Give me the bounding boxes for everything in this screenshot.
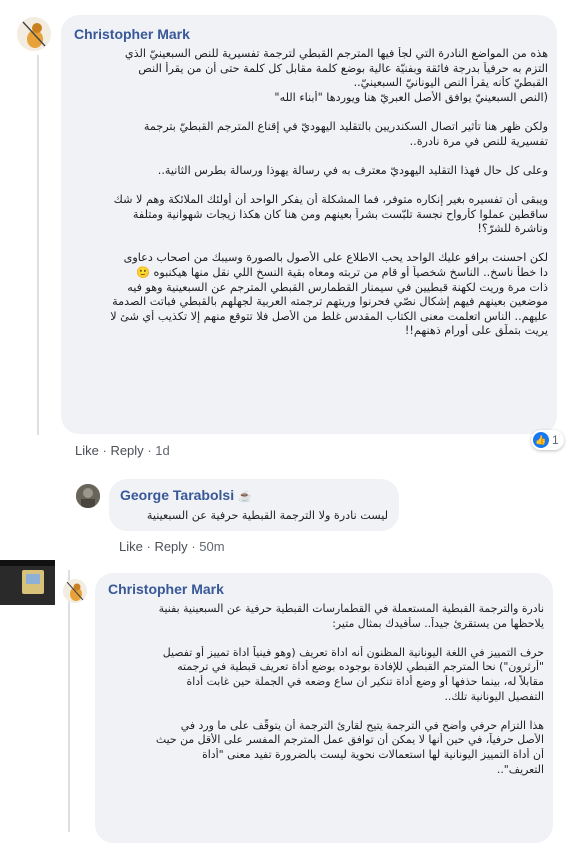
avatar[interactable] [63, 579, 87, 603]
reaction-summary[interactable]: 👍 1 [531, 430, 564, 450]
thumbnail-image [0, 560, 55, 605]
comment-line: مقابلاً له، بينما حذفها أو وضع أداة تنكي… [186, 674, 544, 688]
comment-line: موضعين بعينهم فيهم إشكال نصّي فحرنوا وري… [112, 295, 548, 309]
author-name: George Tarabolsi [120, 487, 235, 503]
edge-thumbnail [0, 560, 55, 605]
comment-line: حرف التمييز في اللغة اليونانية المظنون أ… [162, 645, 544, 659]
reply-button[interactable]: Reply [154, 539, 187, 554]
thread-line [68, 570, 70, 832]
comment-text: ليست نادرة ولا الترجمة القبطية حرفية عن … [120, 509, 388, 524]
comment-line: وناشرة للشرّ؟! [477, 222, 548, 236]
comment-line: التعريف".. [496, 762, 544, 776]
comment-line: يلاحظها من يستقرئ جيداً.. سأفيدك بمثال م… [332, 616, 544, 630]
comment-line: نادرة والترجمة القبطية المستعملة في القط… [158, 602, 544, 615]
reply-button[interactable]: Reply [110, 443, 143, 458]
thread-line [37, 55, 39, 435]
comment-line: (النص السبعينيّ يوافق الأصل العبريّ هنا … [274, 90, 548, 104]
comment-line: دا خطأ ناسخ.. الناسخ شخصياً أو قام من تر… [136, 265, 548, 279]
avatar-image [76, 484, 100, 508]
comment-line: وعلى كل حال فهذا التقليد اليهوديّ معترف … [157, 163, 548, 177]
comment-line: أن أداة التمييز اليونانية لها استعمالات … [202, 747, 544, 761]
comment-text: نادرة والترجمة القبطية المستعملة في القط… [104, 602, 544, 777]
reaction-count: 1 [552, 433, 559, 447]
comment-line: الأصل حرفياً، في حين أنها لا يمكن أن توا… [155, 733, 544, 747]
comment-line: ذات مرة وريت لكهنة قبطيين في سيمنار القط… [127, 280, 548, 294]
comment-line: هذه من المواضع النادرة التي لجأ فيها الم… [124, 47, 548, 60]
comment-author[interactable]: Christopher Mark [74, 26, 190, 42]
comment-line: هذا التزام حرفي واضح في الترجمة يتيح لقا… [180, 718, 544, 732]
comment-actions: Like · Reply · 50m [119, 539, 225, 554]
avatar-image [17, 17, 51, 51]
avatar[interactable] [17, 17, 51, 51]
comment-actions: Like · Reply · 1d [75, 443, 170, 458]
comment-line: ويبقى أن تفسيره بغير إنكاره متوفر، فما ا… [113, 192, 548, 206]
comment-text: هذه من المواضع النادرة التي لجأ فيها الم… [72, 47, 548, 339]
comment-line: عليهم.. الناس اتعلمت معنى الكتاب المقدس … [110, 309, 548, 323]
comment-line: يريت بتملّق على أورام ذهنهم!! [404, 324, 548, 338]
like-button[interactable]: Like [75, 443, 99, 458]
comment-line: ولكن ظهر هنا تأثير اتصال السكندريين بالت… [143, 119, 548, 133]
comment-line: "أرثرون") نحا المترجم القبطي للإفادة بوج… [177, 660, 544, 674]
comment-line: تفسيرية للنص في مرة نادرة.. [409, 134, 548, 148]
avatar[interactable] [76, 484, 100, 508]
comment-line: لكن احسنت برافو عليك الواحد يحب الاطلاع … [123, 251, 548, 265]
comment-timestamp[interactable]: 1d [155, 443, 169, 458]
thumbs-up-icon: 👍 [533, 432, 549, 448]
comment-author[interactable]: Christopher Mark [108, 581, 224, 597]
comment-line: التزم به حرفياً بدرجة فائقة وبفنيّة عالي… [138, 61, 548, 75]
comment-author[interactable]: George Tarabolsi ☕ [120, 487, 252, 503]
comment-line: ليست نادرة ولا الترجمة القبطية حرفية عن … [146, 509, 388, 522]
comment-timestamp[interactable]: 50m [199, 539, 224, 554]
comment-line: ساقطين عملوا كأرواح نجسة تلبّست بشراً بع… [132, 207, 548, 221]
comment-line: التفصيل اليونانية تلك.. [444, 689, 544, 703]
like-button[interactable]: Like [119, 539, 143, 554]
comment-line: القبطيّ كأنه يقرأ النص اليونانيّ السبعين… [353, 76, 548, 90]
coffee-cup-icon: ☕ [238, 491, 252, 503]
avatar-image [63, 579, 87, 603]
